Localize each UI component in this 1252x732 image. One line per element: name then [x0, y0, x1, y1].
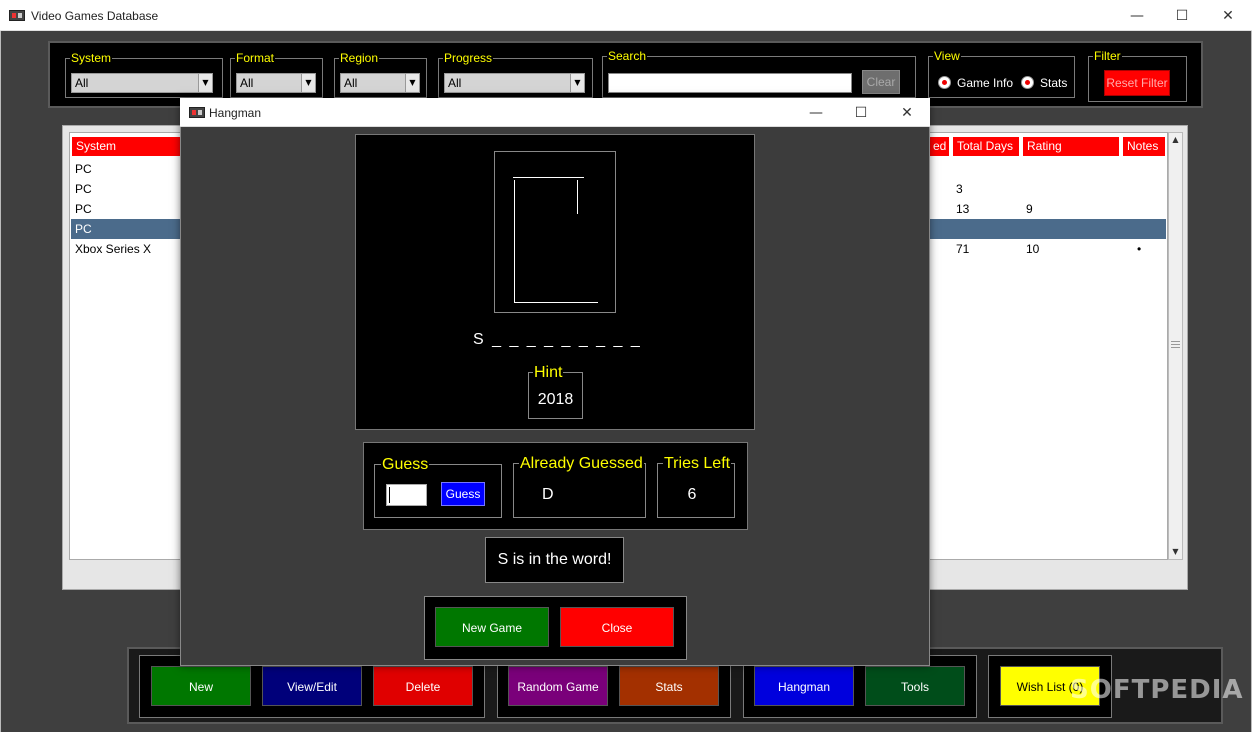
table-cell-rating[interactable]: 9 — [1026, 199, 1033, 219]
table-scrollbar[interactable]: ▲ ▼ — [1168, 132, 1183, 560]
clear-search-button[interactable]: Clear — [862, 70, 900, 94]
scroll-grip-icon[interactable] — [1171, 341, 1180, 348]
system-select[interactable]: All ▼ — [71, 73, 213, 93]
gallows-top-beam — [513, 177, 584, 178]
already-guessed-group: Already Guessed D — [513, 455, 646, 518]
window-title: Video Games Database — [31, 9, 159, 23]
search-input[interactable] — [608, 73, 852, 93]
tries-left-group: Tries Left 6 — [657, 455, 735, 518]
gallows-rope — [577, 180, 578, 214]
format-filter-label: Format — [235, 51, 276, 65]
tools-button[interactable]: Tools — [865, 666, 965, 706]
format-select-value: All — [240, 76, 254, 90]
new-game-button[interactable]: New Game — [435, 607, 549, 647]
notes-bullet-icon: • — [1137, 242, 1142, 256]
column-header-total-days[interactable]: Total Days — [952, 136, 1020, 157]
app-icon — [9, 10, 25, 21]
system-filter-label: System — [70, 51, 113, 65]
already-guessed-label: Already Guessed — [519, 455, 644, 473]
main-title-bar: Video Games Database — ☐ ✕ — [0, 0, 1252, 31]
view-edit-button[interactable]: View/Edit — [262, 666, 362, 706]
format-select[interactable]: All ▼ — [236, 73, 316, 93]
hangman-maximize-button[interactable]: ☐ — [838, 98, 884, 127]
table-cell-system[interactable]: PC — [75, 159, 92, 179]
chevron-down-icon: ▼ — [198, 74, 212, 92]
hangman-close-action-button[interactable]: Close — [560, 607, 674, 647]
reset-filter-button[interactable]: Reset Filter — [1104, 70, 1170, 96]
guess-label: Guess — [381, 456, 430, 474]
hint-value: 2018 — [537, 391, 574, 408]
hint-box: Hint 2018 — [528, 364, 583, 419]
tries-left-value: 6 — [687, 486, 697, 503]
stats-button[interactable]: Stats — [619, 666, 719, 706]
progress-select-value: All — [448, 76, 462, 90]
close-button[interactable]: ✕ — [1205, 0, 1251, 31]
chevron-down-icon: ▼ — [570, 74, 584, 92]
gallows-pole — [514, 180, 515, 303]
guess-input[interactable] — [386, 484, 427, 506]
minimize-button[interactable]: — — [1114, 0, 1160, 31]
scroll-up-arrow-icon[interactable]: ▲ — [1169, 133, 1182, 147]
scroll-down-arrow-icon[interactable]: ▼ — [1169, 545, 1182, 559]
random-game-button[interactable]: Random Game — [508, 666, 608, 706]
game-info-radio-label: Game Info — [957, 76, 1014, 90]
view-label: View — [933, 49, 961, 63]
already-guessed-value: D — [542, 486, 554, 503]
chevron-down-icon: ▼ — [301, 74, 315, 92]
search-label: Search — [607, 49, 648, 63]
region-select-value: All — [344, 76, 358, 90]
progress-select[interactable]: All ▼ — [444, 73, 585, 93]
column-header-system[interactable]: System — [71, 136, 181, 157]
filter-label: Filter — [1093, 49, 1122, 63]
hangman-minimize-button[interactable]: — — [793, 98, 839, 127]
column-header-notes[interactable]: Notes — [1122, 136, 1166, 157]
guess-button[interactable]: Guess — [441, 482, 485, 506]
column-header-completed[interactable]: ed — [928, 136, 950, 157]
chevron-down-icon: ▼ — [405, 74, 419, 92]
system-select-value: All — [75, 76, 89, 90]
game-info-radio[interactable] — [938, 76, 951, 89]
stats-radio[interactable] — [1021, 76, 1034, 89]
delete-button[interactable]: Delete — [373, 666, 473, 706]
region-select[interactable]: All ▼ — [340, 73, 420, 93]
progress-filter-label: Progress — [443, 51, 494, 65]
table-cell-system[interactable]: PC — [75, 199, 92, 219]
region-filter-label: Region — [339, 51, 380, 65]
table-cell-system[interactable]: Xbox Series X — [75, 239, 151, 259]
table-cell-system[interactable]: PC — [75, 179, 92, 199]
gallows-base — [514, 302, 598, 303]
table-cell-system[interactable]: PC — [75, 219, 92, 239]
hangman-close-button[interactable]: ✕ — [884, 98, 930, 127]
tries-left-label: Tries Left — [663, 455, 732, 473]
hangman-button[interactable]: Hangman — [754, 666, 854, 706]
softpedia-watermark: SOFTPEDIA — [1070, 675, 1244, 705]
gallows-drawing — [494, 151, 616, 313]
status-message: S is in the word! — [485, 537, 624, 583]
hangman-app-icon — [189, 107, 205, 118]
table-cell-total-days[interactable]: 13 — [956, 199, 969, 219]
hint-label: Hint — [533, 364, 564, 382]
stats-radio-label: Stats — [1040, 76, 1068, 90]
hangman-title: Hangman — [209, 106, 262, 120]
table-cell-total-days[interactable]: 71 — [956, 239, 969, 259]
word-display: S _ _ _ _ _ _ _ _ _ — [473, 331, 642, 348]
maximize-button[interactable]: ☐ — [1159, 0, 1205, 31]
column-header-rating[interactable]: Rating — [1022, 136, 1120, 157]
table-cell-total-days[interactable]: 3 — [956, 179, 963, 199]
new-button[interactable]: New — [151, 666, 251, 706]
table-cell-rating[interactable]: 10 — [1026, 239, 1039, 259]
